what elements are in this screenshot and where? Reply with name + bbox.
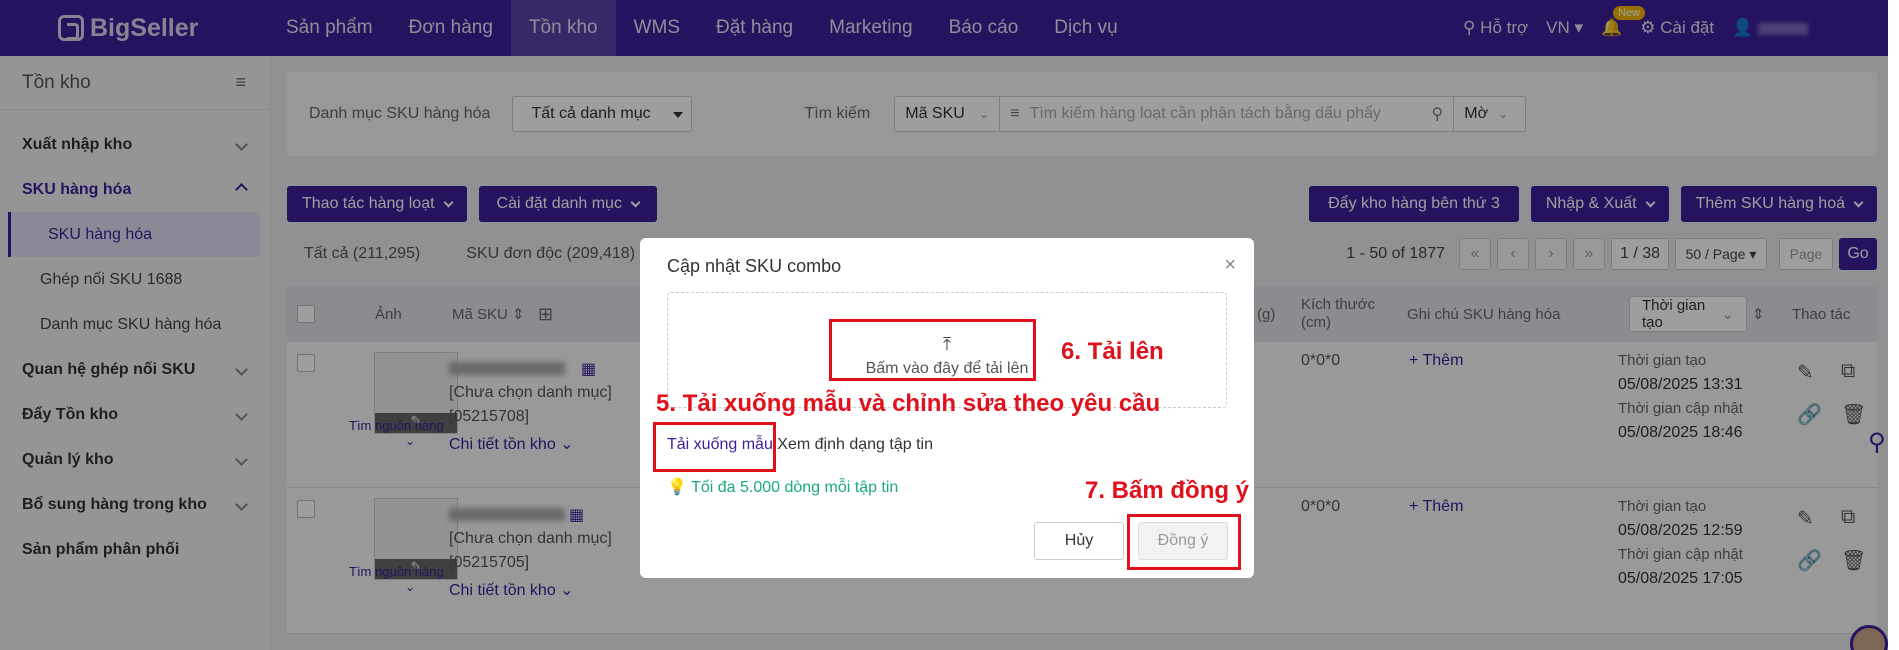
tip-text: Tối đa 5.000 dòng mỗi tập tin bbox=[691, 479, 899, 496]
annotation-box-confirm bbox=[1127, 514, 1241, 570]
dialog-title: Cập nhật SKU combo bbox=[667, 256, 842, 276]
scrollbar-track[interactable] bbox=[1888, 0, 1899, 650]
cancel-button[interactable]: Hủy bbox=[1034, 522, 1124, 560]
row-limit-tip: 💡 Tối đa 5.000 dòng mỗi tập tin bbox=[667, 477, 898, 497]
modal-backdrop-top bbox=[0, 0, 1888, 56]
close-icon[interactable]: × bbox=[1224, 254, 1236, 277]
annotation-step-7: 7. Bấm đồng ý bbox=[1085, 477, 1250, 504]
view-format-link[interactable]: Xem định dạng tập tin bbox=[777, 436, 933, 453]
annotation-step-6: 6. Tải lên bbox=[1061, 338, 1164, 365]
annotation-step-5: 5. Tải xuống mẫu và chỉnh sửa theo yêu c… bbox=[656, 390, 1161, 417]
annotation-box-upload bbox=[829, 319, 1036, 381]
lightbulb-icon: 💡 bbox=[667, 479, 687, 496]
annotation-box-download-template bbox=[653, 422, 776, 472]
